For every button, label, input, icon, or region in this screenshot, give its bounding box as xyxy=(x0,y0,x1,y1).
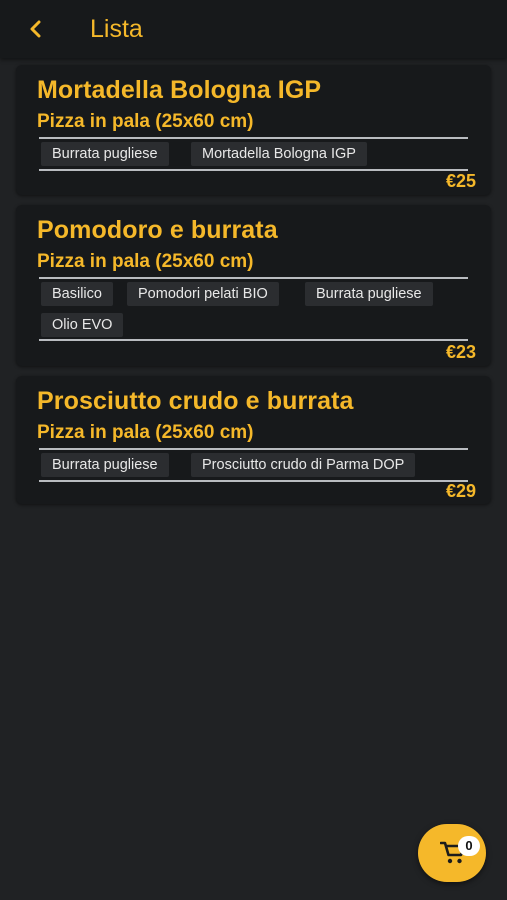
product-card[interactable]: Prosciutto crudo e burrata Pizza in pala… xyxy=(16,376,491,504)
ingredient-chip: Burrata pugliese xyxy=(41,142,169,166)
ingredient-chip: Burrata pugliese xyxy=(41,453,169,477)
product-card[interactable]: Mortadella Bologna IGP Pizza in pala (25… xyxy=(16,65,491,195)
divider xyxy=(39,169,468,171)
cart-count-badge: 0 xyxy=(458,836,480,856)
product-price: €25 xyxy=(445,171,476,191)
back-button[interactable] xyxy=(20,14,50,44)
product-name: Pomodoro e burrata xyxy=(37,216,278,244)
product-name: Mortadella Bologna IGP xyxy=(37,76,322,104)
ingredient-chip: Burrata pugliese xyxy=(305,282,433,306)
ingredient-chip: Prosciutto crudo di Parma DOP xyxy=(191,453,416,477)
product-list: Mortadella Bologna IGP Pizza in pala (25… xyxy=(0,58,507,900)
divider xyxy=(39,339,468,341)
divider xyxy=(39,480,468,482)
product-format: Pizza in pala (25x60 cm) xyxy=(37,111,254,132)
ingredient-chip: Mortadella Bologna IGP xyxy=(191,142,367,166)
app-bar: Lista xyxy=(0,0,507,58)
ingredient-chip: Pomodori pelati BIO xyxy=(127,282,279,306)
product-price: €29 xyxy=(445,481,476,501)
chevron-left-icon xyxy=(30,20,41,38)
divider xyxy=(39,277,468,279)
divider xyxy=(39,448,468,450)
product-card[interactable]: Pomodoro e burrata Pizza in pala (25x60 … xyxy=(16,205,491,366)
divider xyxy=(39,137,468,139)
ingredient-chip: Basilico xyxy=(41,282,113,306)
product-format: Pizza in pala (25x60 cm) xyxy=(37,422,254,443)
ingredient-chip: Olio EVO xyxy=(41,313,124,337)
product-name: Prosciutto crudo e burrata xyxy=(37,387,354,415)
product-format: Pizza in pala (25x60 cm) xyxy=(37,251,254,272)
product-price: €23 xyxy=(445,342,476,362)
page-title: Lista xyxy=(90,15,143,43)
